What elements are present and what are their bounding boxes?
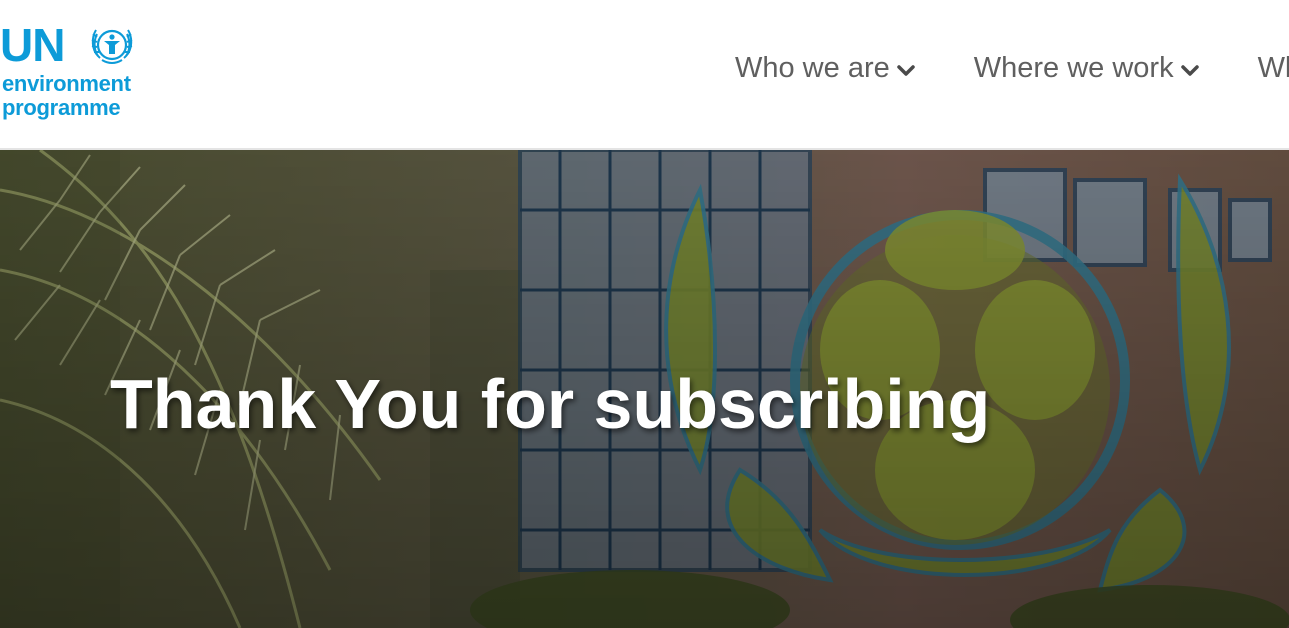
nav-item-truncated[interactable]: Wh <box>1258 52 1289 85</box>
nav-item-who-we-are[interactable]: Who we are <box>735 52 916 85</box>
hero-banner: Thank You for subscribing <box>0 150 1289 628</box>
unep-logo[interactable]: UN environment programme <box>0 20 150 125</box>
nav-item-label: Wh <box>1257 51 1289 84</box>
logo-environment-text: environment <box>2 71 131 96</box>
unep-emblem-icon <box>91 29 133 64</box>
nav-item-label: Who we are <box>735 51 890 84</box>
chevron-down-icon <box>1180 65 1199 76</box>
hero-title: Thank You for subscribing <box>110 365 991 443</box>
site-header: UN environment programme Who we are Wher… <box>0 0 1289 148</box>
nav-item-label: Where we work <box>973 51 1174 84</box>
logo-un-text: UN <box>0 19 65 71</box>
nav-item-where-we-work[interactable]: Where we work <box>974 52 1200 85</box>
logo-programme-text: programme <box>2 95 121 120</box>
main-navigation: Who we are Where we work Wh <box>735 48 1289 88</box>
chevron-down-icon <box>896 65 915 76</box>
